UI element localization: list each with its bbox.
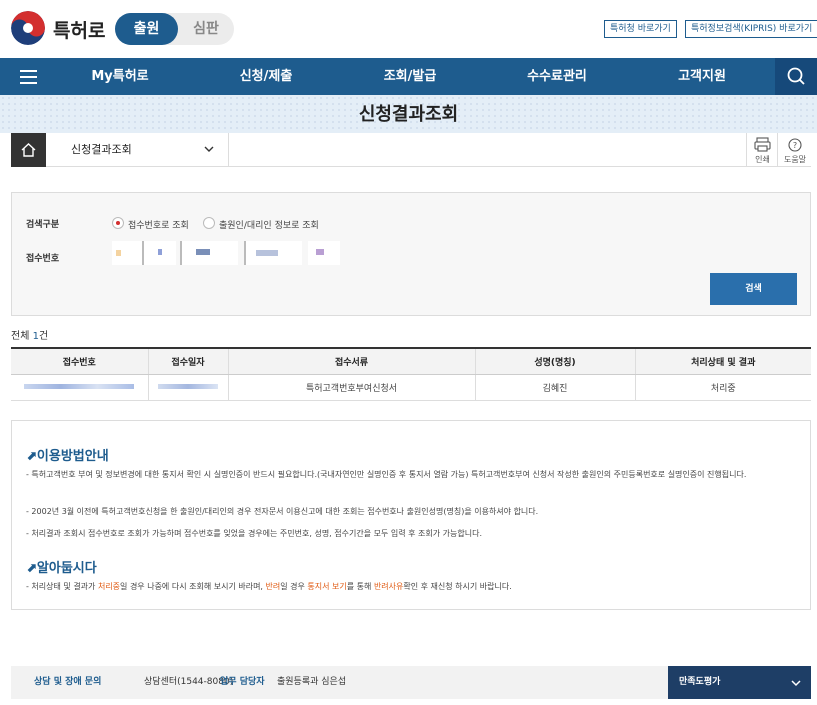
nav-item-support[interactable]: 고객지원 xyxy=(652,58,752,95)
help-button[interactable]: ? 도움말 xyxy=(777,133,811,167)
receipt-field-1[interactable] xyxy=(112,241,142,265)
receipt-field-3[interactable] xyxy=(180,241,238,265)
kipris-link-button[interactable]: 특허정보검색(KIPRIS) 바로가기 xyxy=(685,20,817,38)
arrow-icon: ⬈ xyxy=(26,561,37,576)
column-header: 처리상태 및 결과 xyxy=(635,347,811,375)
column-header: 접수서류 xyxy=(228,347,476,375)
kipo-link-button[interactable]: 특허청 바로가기 xyxy=(604,20,677,38)
receipt-field-5[interactable] xyxy=(308,241,340,265)
mode-trial-button[interactable]: 심판 xyxy=(178,13,234,45)
menu-icon[interactable] xyxy=(9,58,49,95)
nav-item-mypage[interactable]: My특허로 xyxy=(70,58,170,95)
print-icon xyxy=(754,137,771,152)
cell-name: 김혜진 xyxy=(475,374,636,401)
search-icon[interactable] xyxy=(775,58,817,95)
consult-label: 상담 및 장애 문의 xyxy=(34,677,102,687)
result-count-suffix: 건 xyxy=(38,331,49,342)
cell-status[interactable]: 처리중 xyxy=(635,374,811,401)
nav-item-inquiry[interactable]: 조회/발급 xyxy=(360,58,460,95)
mode-toggle[interactable]: 출원 심판 xyxy=(115,13,234,45)
menu-select[interactable]: 신청결과조회 xyxy=(46,133,229,167)
search-button[interactable]: 검색 xyxy=(710,273,797,305)
result-count-prefix: 전체 xyxy=(11,331,33,342)
mode-apply-button[interactable]: 출원 xyxy=(115,13,178,45)
guide-bullet: - 2002년 3월 이전에 특허고객번호신청을 한 출원인/대리인의 경우 전… xyxy=(26,507,539,516)
notice-text: - 처리상태 및 결과가 처리중일 경우 나중에 다시 조회해 보시기 바라며,… xyxy=(26,582,512,591)
receipt-field-2[interactable] xyxy=(142,241,176,265)
receipt-field-4[interactable] xyxy=(244,241,302,265)
guide-bullet: - 특허고객번호 부여 및 정보변경에 대한 통지서 확인 시 실명인증이 반드… xyxy=(26,470,747,479)
radio-applicant-info[interactable]: 출원인/대리인 정보로 조회 xyxy=(203,217,343,231)
chevron-down-icon xyxy=(791,680,801,687)
search-panel: 검색구분 접수번호로 조회 출원인/대리인 정보로 조회 접수번호 검색 xyxy=(11,192,811,316)
table-row[interactable]: 특허고객번호부여신청서 김혜진 처리중 xyxy=(11,374,811,401)
radio-label: 접수번호로 조회 xyxy=(128,221,189,231)
guide-bullet: - 처리결과 조회시 접수번호로 조회가 가능하며 접수번호를 잊었을 경우에는… xyxy=(26,529,482,538)
radio-dot-selected[interactable] xyxy=(112,217,124,229)
logo-text[interactable]: 특허로 xyxy=(53,16,105,43)
cell-document[interactable]: 특허고객번호부여신청서 xyxy=(228,374,476,401)
kipo-logo[interactable] xyxy=(11,11,45,45)
nav-item-apply[interactable]: 신청/제출 xyxy=(216,58,316,95)
radio-label: 출원인/대리인 정보로 조회 xyxy=(219,221,319,231)
notice-heading: ⬈알아둡시다 xyxy=(26,561,97,576)
nav-item-fees[interactable]: 수수료관리 xyxy=(507,58,607,95)
table-header-row: 접수번호 접수일자 접수서류 성명(명칭) 처리상태 및 결과 xyxy=(11,347,811,375)
column-header: 접수일자 xyxy=(148,347,229,375)
staff-value: 출원등록과 심은섭 xyxy=(277,677,347,687)
chevron-down-icon xyxy=(204,146,214,152)
receipt-number-label: 접수번호 xyxy=(26,254,60,264)
svg-text:?: ? xyxy=(793,141,797,150)
print-button[interactable]: 인쇄 xyxy=(746,133,777,167)
guide-heading: ⬈이용방법안내 xyxy=(26,449,109,464)
cell-receipt-number[interactable] xyxy=(11,374,149,401)
top-header: 특허로 출원 심판 특허청 바로가기 특허정보검색(KIPRIS) 바로가기 xyxy=(0,0,817,58)
footer: 상담 및 장애 문의 상담센터(1544-8080) 업무 담당자 출원등록과 … xyxy=(11,666,811,699)
survey-label: 만족도평가 xyxy=(679,677,721,687)
page-title: 신청결과조회 xyxy=(358,104,459,125)
help-icon: ? xyxy=(788,138,802,152)
staff-label: 업무 담당자 xyxy=(220,677,265,687)
title-band: 신청결과조회 xyxy=(0,95,817,133)
breadcrumb: 신청결과조회 인쇄 ? 도움말 xyxy=(11,133,811,167)
satisfaction-survey-button[interactable]: 만족도평가 xyxy=(668,666,811,699)
results-table: 접수번호 접수일자 접수서류 성명(명칭) 처리상태 및 결과 특허고객번호부여… xyxy=(11,347,811,401)
help-label: 도움말 xyxy=(783,155,807,164)
print-label: 인쇄 xyxy=(755,155,770,164)
radio-dot[interactable] xyxy=(203,217,215,229)
column-header: 접수번호 xyxy=(11,347,149,375)
radio-receipt-number[interactable]: 접수번호로 조회 xyxy=(112,217,207,231)
search-type-label: 검색구분 xyxy=(26,220,60,230)
home-icon[interactable] xyxy=(11,133,46,167)
arrow-icon: ⬈ xyxy=(26,449,37,464)
main-nav: My특허로 신청/제출 조회/발급 수수료관리 고객지원 xyxy=(0,58,817,95)
guide-panel: ⬈이용방법안내 - 특허고객번호 부여 및 정보변경에 대한 통지서 확인 시 … xyxy=(11,420,811,610)
result-count: 전체 1건 xyxy=(11,327,48,342)
column-header: 성명(명칭) xyxy=(475,347,636,375)
menu-select-label: 신청결과조회 xyxy=(71,143,132,156)
cell-receipt-date xyxy=(148,374,229,401)
